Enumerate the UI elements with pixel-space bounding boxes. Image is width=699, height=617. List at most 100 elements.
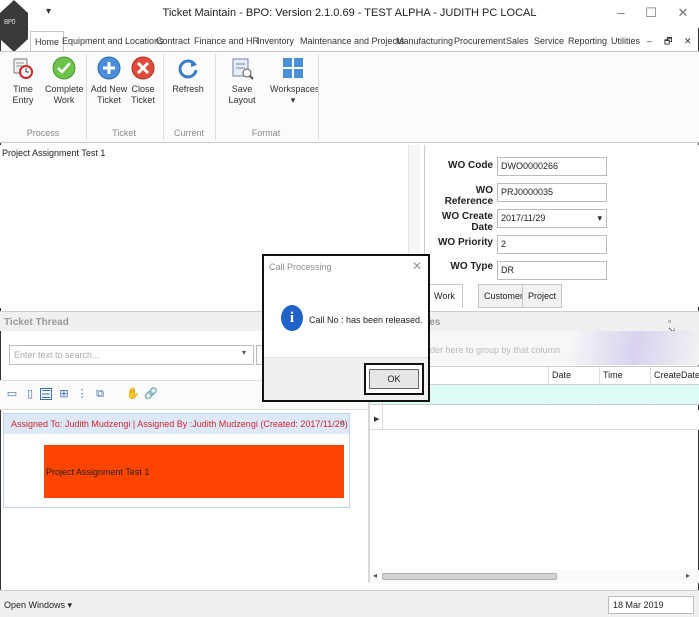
layout-single-icon[interactable]: ▭ <box>6 388 18 400</box>
add-new-ticket-button[interactable]: Add New Ticket <box>90 56 128 106</box>
layout-rows-icon[interactable]: ☰ <box>40 388 52 401</box>
tab-service[interactable]: Service <box>534 31 564 51</box>
group-label-ticket: Ticket <box>112 128 136 138</box>
complete-work-button[interactable]: Complete Work <box>45 56 84 106</box>
quick-access-dropdown-icon[interactable]: ▾ <box>46 6 51 17</box>
wo-code-label: WO Code <box>448 160 493 171</box>
grid-new-row[interactable]: ▶ <box>370 410 699 430</box>
mdi-restore-button[interactable]: 🗗 <box>664 31 672 51</box>
thread-item-body: Project Assignment Test 1 <box>44 445 344 498</box>
layout-stack-icon[interactable]: ⧉ <box>94 388 106 400</box>
status-date: 18 Mar 2019 <box>608 596 694 614</box>
wo-type-label: WO Type <box>450 261 493 272</box>
group-label-current: Current <box>173 128 204 138</box>
mdi-close-button[interactable]: ✕ <box>684 31 692 51</box>
close-ticket-icon <box>131 56 155 80</box>
ribbon: Time Entry Complete Work Process Add New… <box>0 51 699 143</box>
thread-item-header-text: Assigned To: Judith Mudzengi | Assigned … <box>11 419 348 429</box>
wo-priority-field[interactable]: 2 <box>497 235 607 254</box>
scroll-right-icon[interactable]: ▸ <box>686 571 690 580</box>
close-button[interactable]: ✕ <box>668 2 698 24</box>
search-dropdown-icon[interactable]: ▾ <box>242 348 246 357</box>
open-windows-button[interactable]: Open Windows ▾ <box>4 600 72 611</box>
time-entry-label: Time Entry <box>12 84 34 105</box>
add-icon <box>97 56 121 80</box>
mdi-minimize-button[interactable]: – <box>647 31 652 51</box>
title-bar: Ticket Maintain - BPO: Version 2.1.0.69 … <box>0 0 699 28</box>
refresh-button[interactable]: Refresh <box>170 56 206 95</box>
column-createdate[interactable]: CreateDate <box>654 370 699 380</box>
tab-sales[interactable]: Sales <box>506 31 529 51</box>
group-by-hint: ader here to group by that column <box>425 345 561 355</box>
layout-columns-icon[interactable]: ▯ <box>24 388 36 400</box>
column-date[interactable]: Date <box>552 370 571 380</box>
call-processing-dialog: Call Processing ✕ i Call No : has been r… <box>262 254 430 402</box>
horizontal-scrollbar[interactable]: ◂ ▸ <box>370 570 699 583</box>
wo-reference-label: WO Reference <box>444 185 493 207</box>
wo-create-date-label: WO Create Date <box>441 211 493 233</box>
row-indicator-icon: ▶ <box>374 416 380 423</box>
tab-utilities[interactable]: Utilities <box>611 31 640 51</box>
workspaces-label: Workspaces <box>270 84 320 94</box>
ok-button-highlight: OK <box>364 363 424 395</box>
wo-code-field[interactable]: DWO0000266 <box>497 157 607 176</box>
tab-equipment-and-locations[interactable]: Equipment and Locations <box>62 31 164 51</box>
ribbon-separator <box>318 54 319 140</box>
time-entry-icon <box>13 58 33 79</box>
layout-grid-icon[interactable]: ⊞ <box>58 388 70 400</box>
wo-priority-label: WO Priority <box>437 237 493 248</box>
tab-reporting[interactable]: Reporting <box>568 31 607 51</box>
info-icon: i <box>281 305 303 331</box>
dialog-title: Call Processing <box>269 262 332 272</box>
checkmark-icon <box>52 56 76 80</box>
ok-button[interactable]: OK <box>369 369 419 389</box>
save-layout-label: Save Layout <box>228 84 256 105</box>
close-ticket-button[interactable]: Close Ticket <box>128 56 158 106</box>
workspaces-icon <box>283 58 303 78</box>
scroll-left-icon[interactable]: ◂ <box>373 571 377 580</box>
thread-search-input[interactable]: Enter text to search... <box>9 345 254 365</box>
wo-reference-field[interactable]: PRJ0000035 <box>497 183 607 202</box>
tab-manufacturing[interactable]: Manufacturing <box>396 31 453 51</box>
tab-finance-and-hr[interactable]: Finance and HR <box>194 31 259 51</box>
workspaces-button[interactable]: Workspaces ▾ <box>270 56 320 106</box>
link-icon[interactable]: 🔗 <box>144 388 158 400</box>
thread-item-header: Assigned To: Judith Mudzengi | Assigned … <box>4 414 349 434</box>
group-label-format: Format <box>251 128 281 138</box>
collapse-icon[interactable]: ˄ <box>340 418 345 428</box>
assignment-text: Project Assignment Test 1 <box>2 148 106 158</box>
tab-inventory[interactable]: Inventory <box>257 31 294 51</box>
tab-work-order[interactable]: Work Order <box>428 284 463 323</box>
dialog-message: Call No : has been released. <box>309 315 423 325</box>
dialog-close-icon[interactable]: ✕ <box>412 259 422 273</box>
save-layout-button[interactable]: Save Layout <box>219 56 265 106</box>
wo-create-date-field[interactable]: 2017/11/29 ▾ <box>497 209 607 228</box>
menu-bar: Home Equipment and Locations Contract Fi… <box>28 31 699 51</box>
complete-work-label: Complete Work <box>45 84 84 105</box>
wo-type-field[interactable]: DR <box>497 261 607 280</box>
date-dropdown-icon[interactable]: ▾ <box>597 213 602 224</box>
refresh-label: Refresh <box>172 84 204 94</box>
minimize-button[interactable]: – <box>606 2 636 24</box>
wo-create-date-value: 2017/11/29 <box>501 213 546 223</box>
refresh-icon <box>178 59 198 79</box>
time-entry-button[interactable]: Time Entry <box>3 56 43 106</box>
layout-tiles-icon[interactable]: ⋮ <box>76 388 88 400</box>
hand-icon[interactable]: ✋ <box>126 388 140 400</box>
dialog-footer: OK <box>264 357 428 400</box>
tab-maintenance-and-projects[interactable]: Maintenance and Projects <box>300 31 404 51</box>
tab-project[interactable]: Project <box>522 284 563 308</box>
scrollbar-thumb[interactable] <box>382 573 557 580</box>
maximize-button[interactable]: ☐ <box>636 2 666 24</box>
tab-procurement[interactable]: Procurement <box>454 31 506 51</box>
group-label-process: Process <box>26 128 60 138</box>
close-ticket-label: Close Ticket <box>131 84 155 105</box>
workspaces-dropdown-icon: ▾ <box>290 95 296 105</box>
tab-contract[interactable]: Contract <box>156 31 190 51</box>
add-new-ticket-label: Add New Ticket <box>90 84 128 105</box>
status-bar: Open Windows ▾ 18 Mar 2019 <box>0 590 699 617</box>
tab-home[interactable]: Home <box>30 31 65 51</box>
column-time[interactable]: Time <box>603 370 623 380</box>
work-order-panel: WO Code DWO0000266 WO Reference PRJ00000… <box>424 145 699 307</box>
thread-item[interactable]: Assigned To: Judith Mudzengi | Assigned … <box>3 413 350 508</box>
